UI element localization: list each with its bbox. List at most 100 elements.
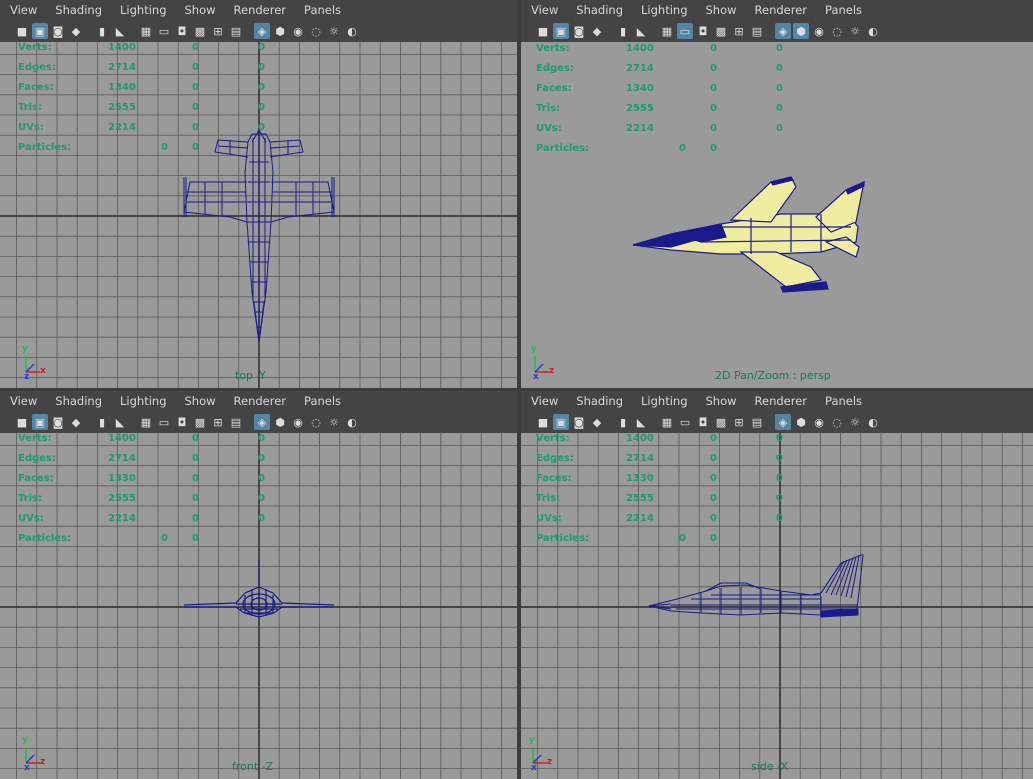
grid-icon[interactable]: ▦ [138,23,154,39]
bookmark-icon[interactable]: ▮ [615,23,631,39]
menu-view[interactable]: View [0,394,46,408]
viewport-persp[interactable]: View Shading Lighting Show Renderer Pane… [521,0,1033,388]
shadows-icon[interactable]: ◐ [344,414,360,430]
camera-select-icon[interactable]: ▣ [553,23,569,39]
default-material-icon[interactable]: ◉ [811,414,827,430]
camera-icon[interactable]: ■ [535,23,551,39]
film-icon[interactable]: ◆ [589,414,605,430]
lights-icon[interactable]: ☼ [847,23,863,39]
field-chart-icon[interactable]: ⊞ [731,23,747,39]
menu-shading[interactable]: Shading [46,3,111,17]
lights-icon[interactable]: ☼ [326,414,342,430]
shadows-icon[interactable]: ◐ [865,23,881,39]
textured-icon[interactable]: ◌ [829,23,845,39]
camera-icon[interactable]: ■ [14,414,30,430]
menu-lighting[interactable]: Lighting [111,394,175,408]
menu-lighting[interactable]: Lighting [111,3,175,17]
viewport-top[interactable]: View Shading Lighting Show Renderer Pane… [0,0,517,388]
wireframe-icon[interactable]: ◈ [775,23,791,39]
resolution-gate-icon[interactable]: ◘ [695,23,711,39]
menu-shading[interactable]: Shading [567,394,632,408]
menu-view[interactable]: View [0,3,46,17]
aircraft-wireframe-front[interactable] [0,433,517,779]
menu-lighting[interactable]: Lighting [632,3,696,17]
xray-icon[interactable]: ▤ [228,414,244,430]
safe-action-icon[interactable]: ▩ [713,23,729,39]
lights-icon[interactable]: ☼ [326,23,342,39]
camera-lock-icon[interactable]: ◙ [571,414,587,430]
viewport-side[interactable]: View Shading Lighting Show Renderer Pane… [521,391,1033,779]
resolution-gate-icon[interactable]: ◘ [695,414,711,430]
smooth-shade-icon[interactable]: ⬢ [793,414,809,430]
smooth-shade-icon[interactable]: ⬢ [272,414,288,430]
shadows-icon[interactable]: ◐ [344,23,360,39]
safe-action-icon[interactable]: ▩ [192,23,208,39]
film-icon[interactable]: ◆ [589,23,605,39]
field-chart-icon[interactable]: ⊞ [210,23,226,39]
film-gate-icon[interactable]: ▭ [156,23,172,39]
viewport-canvas[interactable]: Verts: 1400 0 0 Edges: 2714 0 0 Faces: 1340 0 0 Tris… [521,42,1033,388]
camera-lock-icon[interactable]: ◙ [50,414,66,430]
viewport-front[interactable]: View Shading Lighting Show Renderer Pane… [0,391,517,779]
aircraft-wireframe-side[interactable] [521,433,1033,779]
menu-lighting[interactable]: Lighting [632,394,696,408]
menu-show[interactable]: Show [176,394,225,408]
menu-panels[interactable]: Panels [816,394,871,408]
camera-lock-icon[interactable]: ◙ [50,23,66,39]
aircraft-shaded-persp[interactable] [521,42,1033,388]
image-plane-icon[interactable]: ◣ [633,414,649,430]
bookmark-icon[interactable]: ▮ [94,23,110,39]
wireframe-icon[interactable]: ◈ [254,23,270,39]
textured-icon[interactable]: ◌ [308,414,324,430]
menu-renderer[interactable]: Renderer [225,394,296,408]
xray-icon[interactable]: ▤ [228,23,244,39]
default-material-icon[interactable]: ◉ [811,23,827,39]
menu-show[interactable]: Show [176,3,225,17]
viewport-canvas[interactable]: Verts: 1400 0 0 Edges: 2714 0 0 Faces: 1330 0 0 Tris… [521,433,1033,779]
default-material-icon[interactable]: ◉ [290,23,306,39]
grid-icon[interactable]: ▦ [659,414,675,430]
default-material-icon[interactable]: ◉ [290,414,306,430]
camera-icon[interactable]: ■ [535,414,551,430]
image-plane-icon[interactable]: ◣ [633,23,649,39]
film-gate-icon[interactable]: ▭ [677,414,693,430]
menu-panels[interactable]: Panels [816,3,871,17]
film-icon[interactable]: ◆ [68,23,84,39]
wireframe-icon[interactable]: ◈ [254,414,270,430]
smooth-shade-icon[interactable]: ⬢ [272,23,288,39]
textured-icon[interactable]: ◌ [308,23,324,39]
viewport-canvas[interactable]: Verts: 1400 0 0 Edges: 2714 0 0 Faces: 1330 0 0 Tris… [0,433,517,779]
menu-show[interactable]: Show [697,3,746,17]
camera-select-icon[interactable]: ▣ [32,414,48,430]
film-icon[interactable]: ◆ [68,414,84,430]
camera-lock-icon[interactable]: ◙ [571,23,587,39]
safe-action-icon[interactable]: ▩ [713,414,729,430]
menu-show[interactable]: Show [697,394,746,408]
field-chart-icon[interactable]: ⊞ [731,414,747,430]
textured-icon[interactable]: ◌ [829,414,845,430]
grid-icon[interactable]: ▦ [138,414,154,430]
safe-action-icon[interactable]: ▩ [192,414,208,430]
smooth-shade-icon[interactable]: ⬢ [793,23,809,39]
menu-panels[interactable]: Panels [295,394,350,408]
menu-renderer[interactable]: Renderer [746,3,817,17]
camera-select-icon[interactable]: ▣ [32,23,48,39]
aircraft-wireframe-top[interactable] [0,42,517,388]
xray-icon[interactable]: ▤ [749,414,765,430]
bookmark-icon[interactable]: ▮ [94,414,110,430]
menu-view[interactable]: View [521,3,567,17]
menu-shading[interactable]: Shading [567,3,632,17]
camera-icon[interactable]: ■ [14,23,30,39]
menu-renderer[interactable]: Renderer [746,394,817,408]
film-gate-icon[interactable]: ▭ [677,23,693,39]
bookmark-icon[interactable]: ▮ [615,414,631,430]
menu-shading[interactable]: Shading [46,394,111,408]
viewport-canvas[interactable]: Verts: 1400 0 0 Edges: 2714 0 0 Faces: 1340 0 0 Tris… [0,42,517,388]
wireframe-icon[interactable]: ◈ [775,414,791,430]
lights-icon[interactable]: ☼ [847,414,863,430]
xray-icon[interactable]: ▤ [749,23,765,39]
resolution-gate-icon[interactable]: ◘ [174,414,190,430]
field-chart-icon[interactable]: ⊞ [210,414,226,430]
camera-select-icon[interactable]: ▣ [553,414,569,430]
grid-icon[interactable]: ▦ [659,23,675,39]
